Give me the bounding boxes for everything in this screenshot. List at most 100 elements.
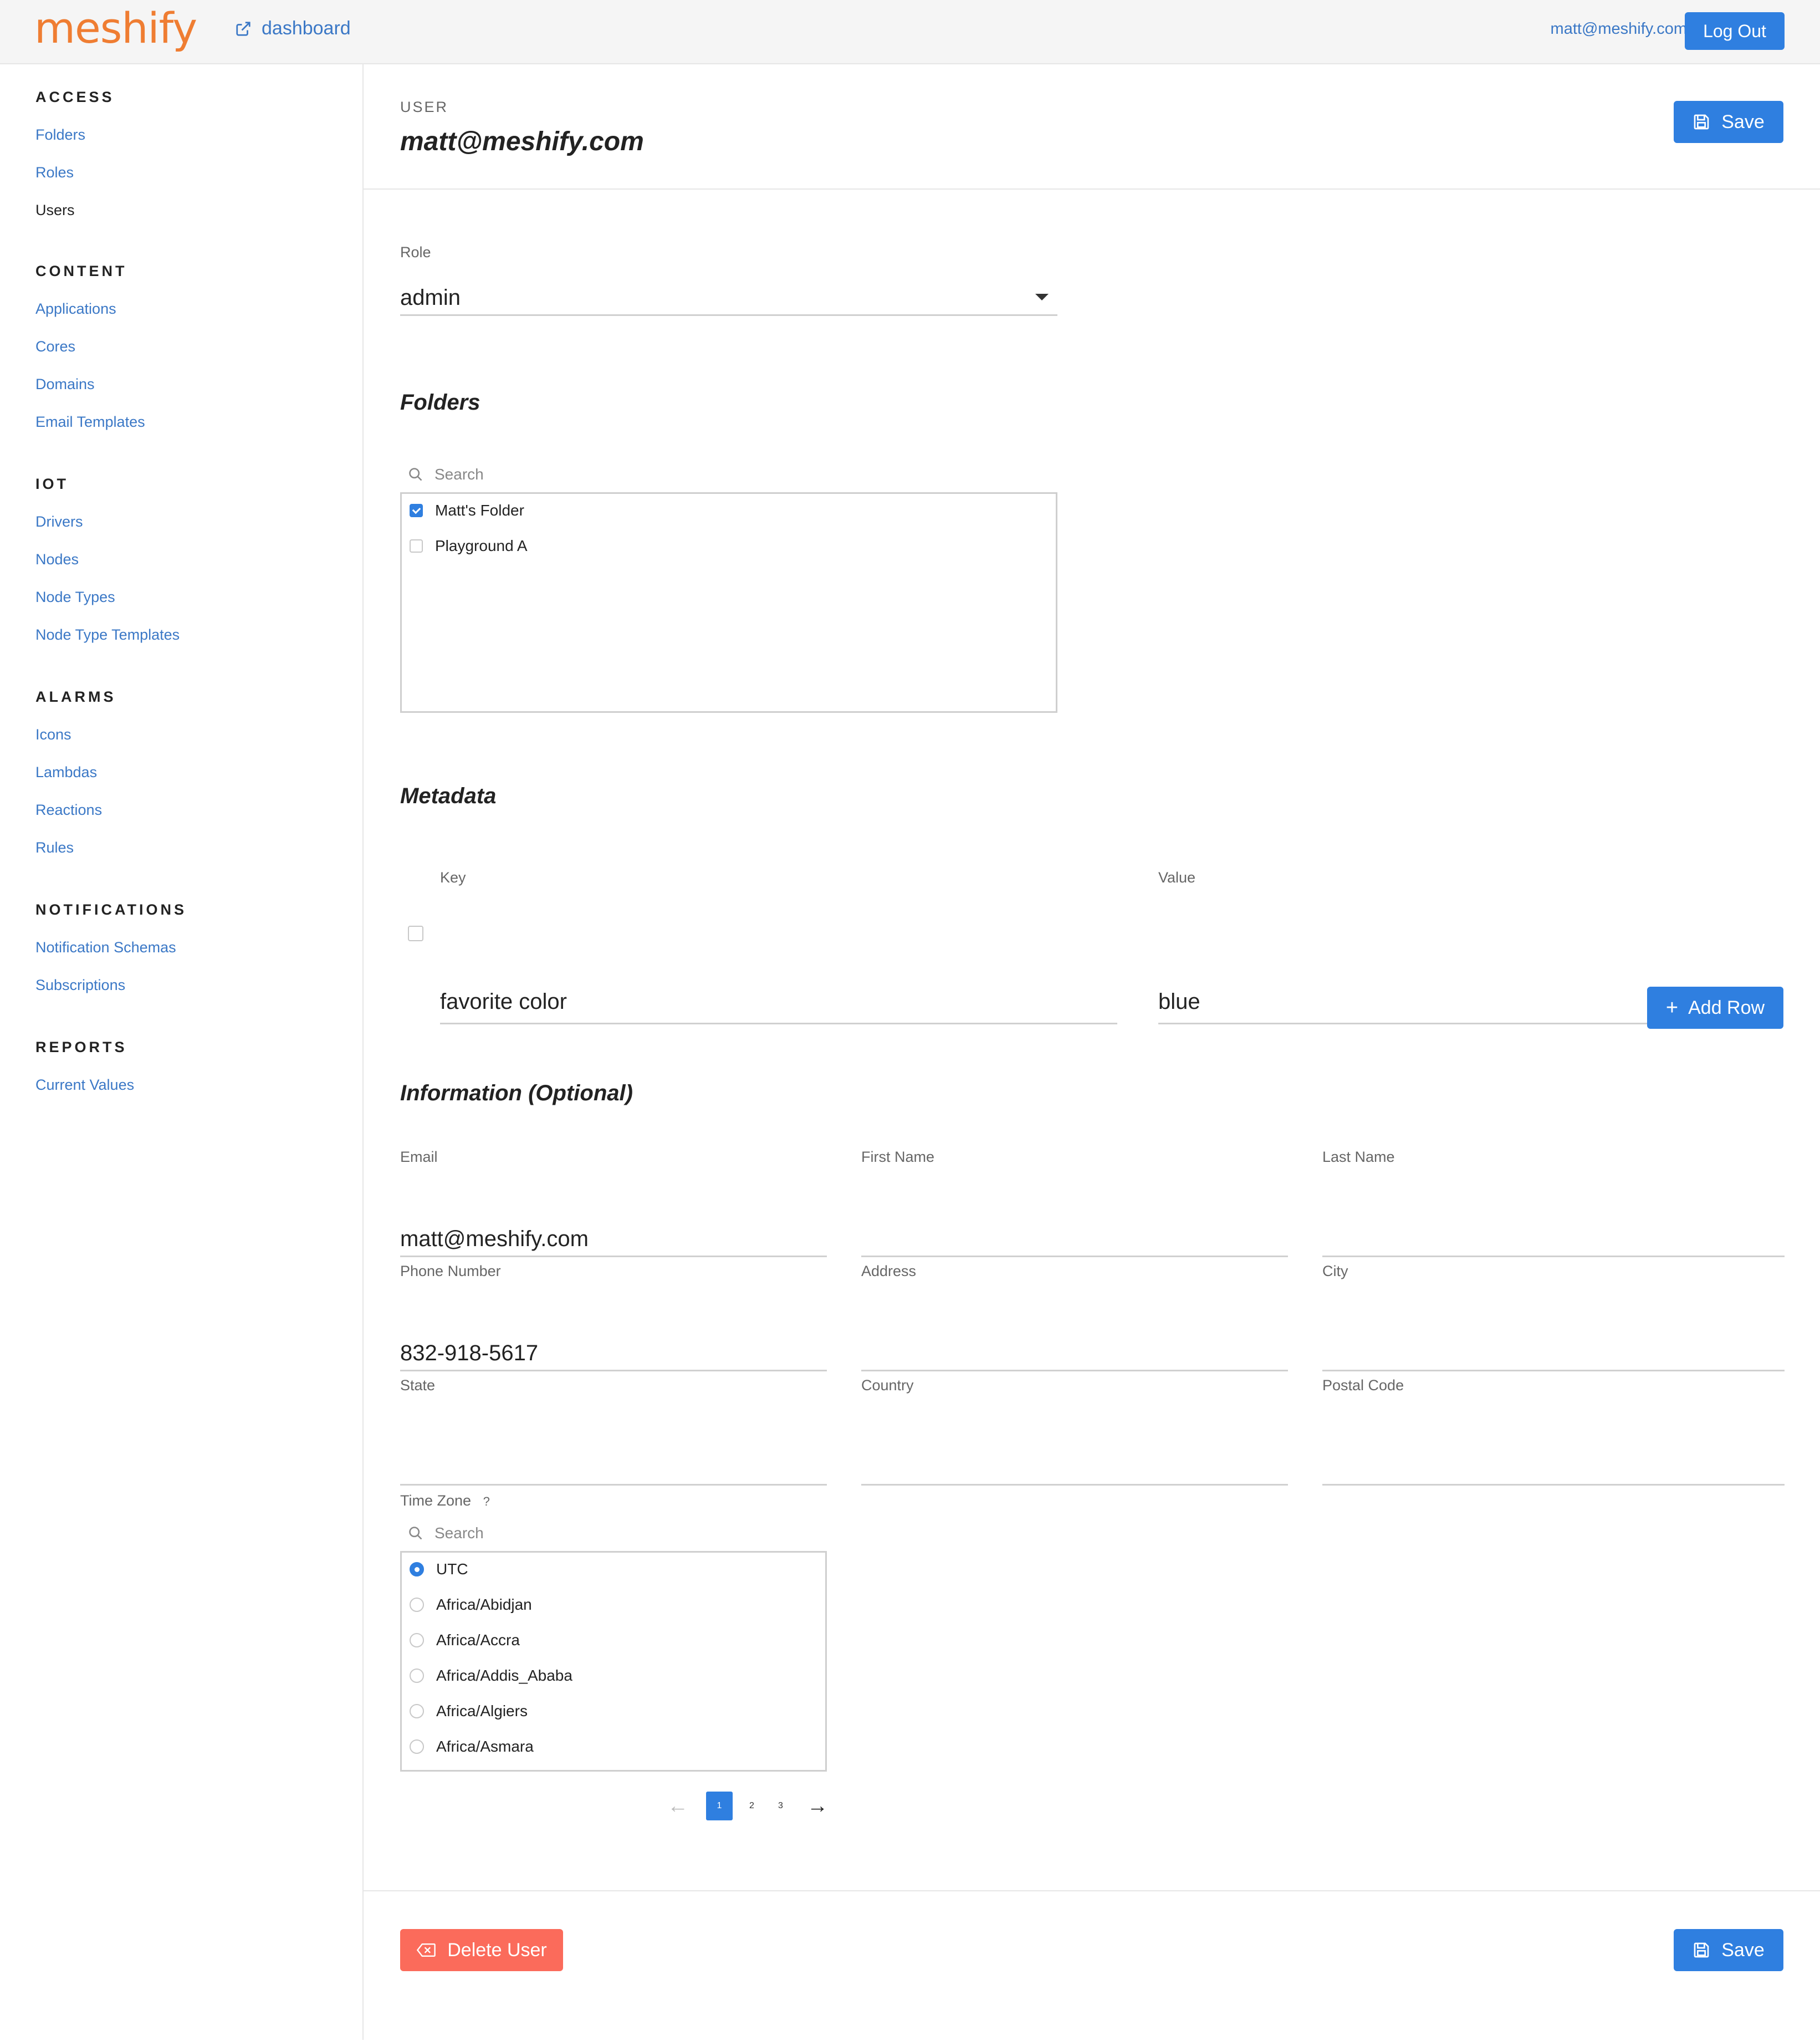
sidebar-item-cores[interactable]: Cores: [35, 338, 75, 355]
dashboard-link[interactable]: dashboard: [235, 18, 351, 39]
email-field-value: matt@meshify.com: [400, 1227, 589, 1251]
sidebar-item-subscriptions[interactable]: Subscriptions: [35, 977, 125, 994]
sidebar-section-notifications: NOTIFICATIONS: [35, 901, 187, 918]
logout-button[interactable]: Log Out: [1685, 12, 1785, 50]
sidebar-section-alarms: ALARMS: [35, 688, 116, 705]
time-zone-option[interactable]: Africa/Accra: [410, 1631, 520, 1649]
folder-item-label: Playground A: [435, 537, 528, 554]
page-footer: Delete User Save: [364, 1890, 1820, 2041]
metadata-key-input[interactable]: favorite color: [440, 960, 1117, 1024]
save-icon: [1694, 1942, 1709, 1958]
search-icon: [409, 1527, 422, 1540]
last-name-label: Last Name: [1322, 1149, 1395, 1165]
sidebar-item-reactions[interactable]: Reactions: [35, 802, 102, 819]
caret-down-icon: [1035, 294, 1049, 300]
first-name-label: First Name: [861, 1149, 935, 1165]
sidebar-section-iot: IOT: [35, 476, 69, 492]
radio-selected-icon[interactable]: [410, 1562, 424, 1576]
address-field[interactable]: [861, 1339, 1288, 1371]
time-zone-option[interactable]: Africa/Addis_Ababa: [410, 1667, 572, 1685]
sidebar-section-access: ACCESS: [35, 89, 115, 105]
backspace-icon: [417, 1943, 436, 1957]
sidebar-item-applications[interactable]: Applications: [35, 300, 116, 318]
pagination-page-3[interactable]: 3: [778, 1792, 783, 1820]
sidebar-item-current-values[interactable]: Current Values: [35, 1076, 134, 1094]
sidebar-item-notification-schemas[interactable]: Notification Schemas: [35, 939, 176, 956]
radio-icon[interactable]: [410, 1668, 424, 1683]
pagination-prev-arrow-icon[interactable]: ←: [667, 1792, 688, 1820]
folder-item[interactable]: Playground A: [410, 537, 528, 555]
metadata-row-checkbox[interactable]: [408, 926, 423, 941]
role-label: Role: [400, 244, 431, 261]
sidebar-item-icons[interactable]: Icons: [35, 726, 71, 743]
state-label: State: [400, 1377, 436, 1394]
sidebar-item-email-templates[interactable]: Email Templates: [35, 414, 145, 431]
save-button-top[interactable]: Save: [1674, 101, 1783, 143]
page-title: matt@meshify.com: [400, 127, 644, 156]
sidebar-section-content: CONTENT: [35, 263, 127, 279]
folder-item-label: Matt's Folder: [435, 502, 524, 519]
checkbox-icon[interactable]: [410, 539, 423, 553]
sidebar-item-folders[interactable]: Folders: [35, 126, 85, 144]
sidebar-item-lambdas[interactable]: Lambdas: [35, 764, 97, 781]
folders-list: Matt's Folder Playground A: [400, 492, 1057, 713]
sidebar-item-domains[interactable]: Domains: [35, 376, 95, 393]
sidebar-item-node-type-templates[interactable]: Node Type Templates: [35, 626, 180, 644]
radio-icon[interactable]: [410, 1633, 424, 1647]
save-button-bottom[interactable]: Save: [1674, 1929, 1783, 1971]
country-field[interactable]: [861, 1453, 1288, 1486]
sidebar-item-nodes[interactable]: Nodes: [35, 551, 79, 568]
page-kicker: USER: [400, 99, 449, 115]
folders-section-title: Folders: [400, 390, 480, 415]
phone-number-field-value: 832-918-5617: [400, 1341, 539, 1365]
pagination-page-2[interactable]: 2: [749, 1792, 754, 1820]
email-field[interactable]: matt@meshify.com: [400, 1225, 827, 1257]
radio-icon[interactable]: [410, 1739, 424, 1754]
sidebar-item-rules[interactable]: Rules: [35, 839, 74, 856]
checkbox-checked-icon[interactable]: [410, 504, 423, 517]
time-zone-option[interactable]: Africa/Abidjan: [410, 1596, 532, 1614]
metadata-section-title: Metadata: [400, 784, 497, 808]
time-zone-option[interactable]: UTC: [410, 1560, 468, 1578]
external-link-icon: [236, 21, 250, 36]
time-zone-option[interactable]: Africa/Algiers: [410, 1702, 528, 1720]
phone-number-label: Phone Number: [400, 1263, 501, 1279]
pagination-next-arrow-icon[interactable]: →: [807, 1792, 828, 1820]
state-field[interactable]: [400, 1453, 827, 1486]
country-label: Country: [861, 1377, 914, 1394]
meshify-logo[interactable]: meshify: [34, 3, 197, 53]
top-navbar: meshify dashboard matt@meshify.com Log O…: [0, 0, 1820, 64]
sidebar-item-roles[interactable]: Roles: [35, 164, 74, 181]
phone-number-field[interactable]: 832-918-5617: [400, 1339, 827, 1371]
help-icon[interactable]: ?: [483, 1494, 490, 1508]
pagination-page-1[interactable]: 1: [706, 1792, 733, 1820]
postal-code-field[interactable]: [1322, 1453, 1785, 1486]
add-row-button[interactable]: + Add Row: [1647, 987, 1783, 1029]
city-field[interactable]: [1322, 1339, 1785, 1371]
role-select-value: admin: [400, 285, 461, 310]
time-zone-option-label: Africa/Abidjan: [436, 1596, 532, 1613]
sidebar-item-drivers[interactable]: Drivers: [35, 513, 83, 530]
folders-search[interactable]: Search: [408, 466, 484, 483]
time-zone-search[interactable]: Search: [408, 1524, 484, 1542]
radio-icon[interactable]: [410, 1598, 424, 1612]
radio-icon[interactable]: [410, 1704, 424, 1718]
folder-item[interactable]: Matt's Folder: [410, 502, 524, 519]
time-zone-label: Time Zone ?: [400, 1492, 490, 1509]
first-name-field[interactable]: [861, 1225, 1288, 1257]
metadata-key-value: favorite color: [440, 989, 567, 1014]
city-label: City: [1322, 1263, 1348, 1279]
user-email-link[interactable]: matt@meshify.com: [1551, 20, 1687, 38]
metadata-key-header: Key: [440, 869, 466, 886]
page-header: USER matt@meshify.com Save: [364, 64, 1820, 190]
time-zone-option[interactable]: Africa/Asmara: [410, 1738, 534, 1756]
time-zone-option-label: Africa/Addis_Ababa: [436, 1667, 572, 1684]
last-name-field[interactable]: [1322, 1225, 1785, 1257]
time-zone-list: UTC Africa/Abidjan Africa/Accra Africa/A…: [400, 1551, 827, 1772]
sidebar-item-node-types[interactable]: Node Types: [35, 589, 115, 606]
save-button-label: Save: [1721, 1939, 1765, 1961]
save-icon: [1694, 114, 1709, 130]
delete-user-button[interactable]: Delete User: [400, 1929, 563, 1971]
sidebar-item-users[interactable]: Users: [35, 202, 75, 219]
role-select[interactable]: admin: [400, 284, 1057, 316]
